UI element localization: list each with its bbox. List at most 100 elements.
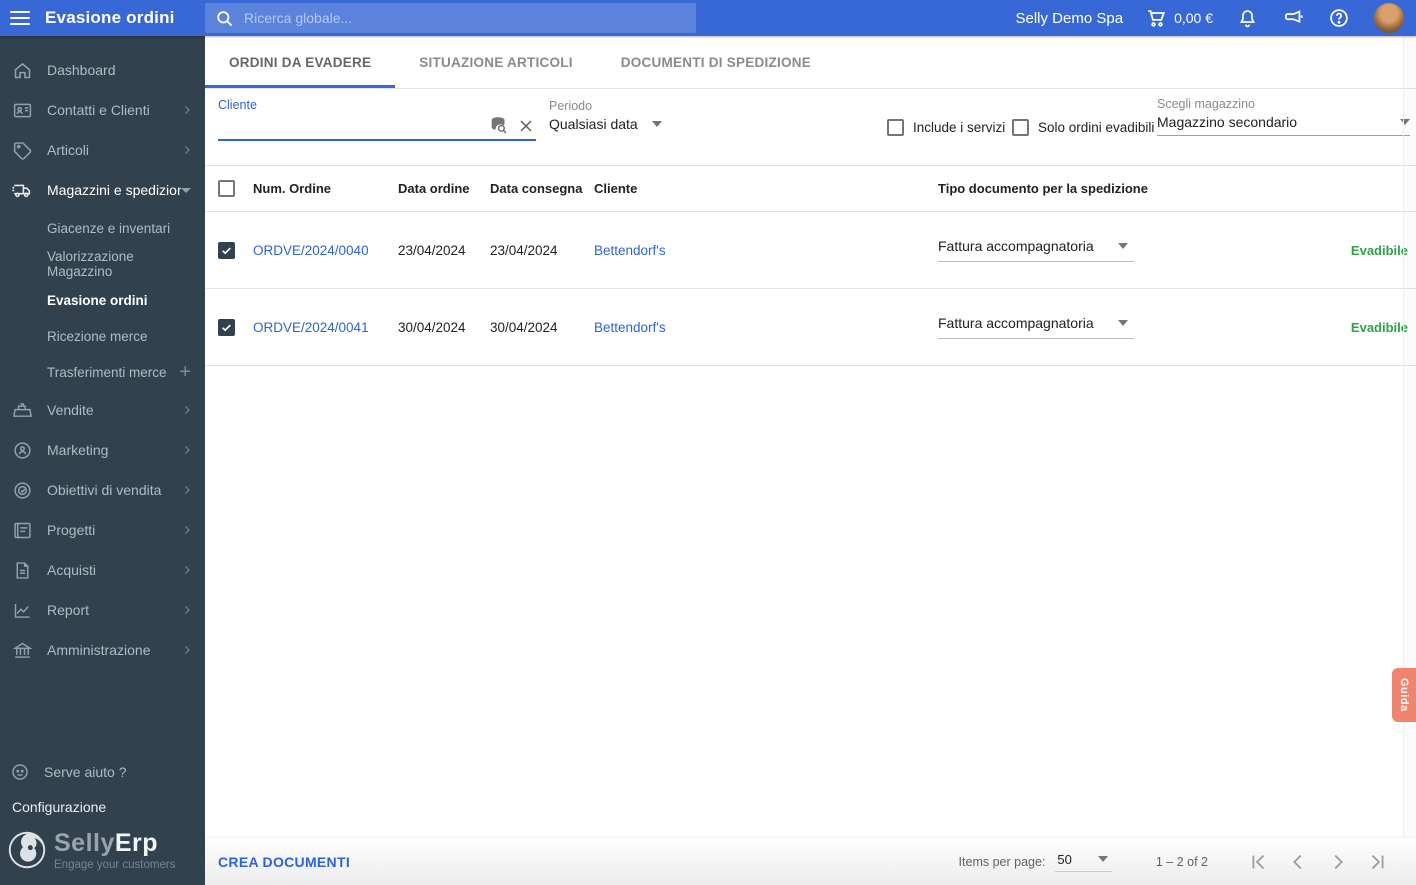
checkbox-unchecked[interactable]	[887, 119, 904, 136]
sidebar-subitem-valorizzazione[interactable]: Valorizzazione Magazzino	[0, 246, 205, 282]
sidebar-item-vendite[interactable]: Vendite	[0, 390, 205, 430]
document-icon	[10, 558, 34, 582]
chevron-right-icon	[179, 602, 195, 618]
search-database-icon[interactable]	[488, 114, 510, 136]
first-page-button[interactable]	[1246, 850, 1270, 874]
chevron-right-icon	[179, 442, 195, 458]
chat-help-icon	[10, 761, 32, 783]
logo-tagline: Engage your customers	[54, 859, 176, 871]
last-page-button[interactable]	[1366, 850, 1390, 874]
select-all-checkbox[interactable]	[218, 180, 235, 197]
document-type-select[interactable]: Fattura accompagnatoria	[938, 315, 1134, 339]
app-logo: SellyErp Engage your customers	[0, 825, 205, 885]
footer-bar: CREA DOCUMENTI Items per page: 50 1 – 2 …	[205, 838, 1416, 885]
sidebar-item-label: Obiettivi di vendita	[47, 482, 162, 498]
search-icon	[217, 10, 233, 26]
sidebar-item-articoli[interactable]: Articoli	[0, 130, 205, 170]
sidebar-subitem-trasferimenti[interactable]: Trasferimenti merce +	[0, 354, 205, 390]
order-number-link[interactable]: ORDVE/2024/0040	[253, 243, 369, 258]
magazzino-select[interactable]: Scegli magazzino Magazzino secondario	[1157, 97, 1410, 136]
next-page-button[interactable]	[1326, 850, 1350, 874]
table-row: ORDVE/2024/0041 30/04/2024 30/04/2024 Be…	[205, 289, 1416, 366]
configuration-link[interactable]: Configurazione	[0, 789, 205, 825]
sidebar-item-label: Contatti e Clienti	[47, 102, 150, 118]
filters-bar: Cliente Periodo Qualsiasi data Include i…	[205, 89, 1416, 166]
caret-down-icon	[1118, 320, 1128, 326]
items-per-page-select[interactable]: 50	[1055, 851, 1112, 872]
global-search[interactable]	[205, 3, 696, 33]
table-row: ORDVE/2024/0040 23/04/2024 23/04/2024 Be…	[205, 212, 1416, 289]
menu-icon[interactable]	[10, 11, 30, 25]
previous-page-button[interactable]	[1286, 850, 1310, 874]
sidebar-subitem-label: Evasione ordini	[47, 292, 148, 308]
sidebar-subitem-label: Valorizzazione Magazzino	[47, 249, 134, 279]
global-search-input[interactable]	[244, 10, 664, 26]
sidebar-item-label: Dashboard	[47, 62, 116, 78]
chart-icon	[10, 598, 34, 622]
guida-label: Guida	[1398, 678, 1410, 712]
row-checkbox[interactable]	[218, 318, 235, 336]
sidebar-item-progetti[interactable]: Progetti	[0, 510, 205, 550]
sidebar-item-marketing[interactable]: Marketing	[0, 430, 205, 470]
sidebar-item-contatti[interactable]: Contatti e Clienti	[0, 90, 205, 130]
tab-situazione-articoli[interactable]: SITUAZIONE ARTICOLI	[395, 36, 597, 88]
bank-icon	[10, 638, 34, 662]
sidebar-item-acquisti[interactable]: Acquisti	[0, 550, 205, 590]
user-avatar[interactable]	[1374, 3, 1404, 33]
document-type-select[interactable]: Fattura accompagnatoria	[938, 238, 1134, 262]
notifications-button[interactable]	[1237, 8, 1258, 29]
sellyerp-eagle-icon	[8, 831, 46, 869]
guida-side-tab[interactable]: Guida	[1392, 668, 1416, 722]
sidebar-item-label: Marketing	[47, 442, 109, 458]
home-icon	[10, 58, 34, 82]
solo-ordini-checkbox[interactable]: Solo ordini evadibili	[1012, 119, 1154, 136]
cart-button[interactable]: 0,00 €	[1145, 7, 1213, 29]
caret-down-icon	[181, 187, 191, 193]
order-number-link[interactable]: ORDVE/2024/0041	[253, 320, 369, 335]
tab-bar: ORDINI DA EVADERE SITUAZIONE ARTICOLI DO…	[205, 36, 1416, 89]
sidebar-item-label: Magazzini e spedizion	[47, 182, 181, 198]
crea-documenti-button[interactable]: CREA DOCUMENTI	[218, 854, 350, 870]
status-badge: Evadibile	[1350, 319, 1408, 335]
tab-documenti-di-spedizione[interactable]: DOCUMENTI DI SPEDIZIONE	[597, 36, 835, 88]
header-data-consegna: Data consegna	[490, 181, 583, 196]
sidebar-subitem-ricezione[interactable]: Ricezione merce	[0, 318, 205, 354]
sidebar-item-dashboard[interactable]: Dashboard	[0, 50, 205, 90]
clear-icon[interactable]	[516, 116, 536, 136]
include-servizi-checkbox[interactable]: Include i servizi	[887, 119, 1005, 136]
help-button[interactable]	[1328, 7, 1350, 29]
customer-link[interactable]: Bettendorf's	[594, 243, 666, 258]
main-content: ORDINI DA EVADERE SITUAZIONE ARTICOLI DO…	[205, 36, 1416, 885]
header-num-ordine: Num. Ordine	[253, 181, 332, 196]
items-per-page-value: 50	[1057, 851, 1072, 867]
cliente-input[interactable]	[218, 114, 482, 136]
chevron-right-icon	[179, 562, 195, 578]
sidebar-subitem-giacenze[interactable]: Giacenze e inventari	[0, 210, 205, 246]
logo-text-erp: Erp	[114, 829, 159, 857]
periodo-select[interactable]: Periodo Qualsiasi data	[549, 99, 662, 132]
projects-icon	[10, 518, 34, 542]
sidebar-subitem-label: Ricezione merce	[47, 328, 148, 344]
sidebar-item-report[interactable]: Report	[0, 590, 205, 630]
tab-ordini-da-evadere[interactable]: ORDINI DA EVADERE	[205, 36, 396, 88]
sidebar-item-magazzini[interactable]: Magazzini e spedizion	[0, 170, 205, 210]
target-icon	[10, 478, 34, 502]
help-link[interactable]: Serve aiuto ?	[0, 755, 205, 789]
sidebar: Dashboard Contatti e Clienti Articoli Ma…	[0, 36, 205, 885]
tag-icon	[10, 138, 34, 162]
page-title: Evasione ordini	[45, 8, 175, 27]
sidebar-item-obiettivi[interactable]: Obiettivi di vendita	[0, 470, 205, 510]
company-name[interactable]: Selly Demo Spa	[1016, 10, 1124, 27]
sidebar-item-amministrazione[interactable]: Amministrazione	[0, 630, 205, 670]
sidebar-subitem-evasione-ordini[interactable]: Evasione ordini	[0, 282, 205, 318]
tab-label: DOCUMENTI DI SPEDIZIONE	[620, 54, 812, 70]
row-checkbox[interactable]	[218, 241, 235, 259]
chevron-right-icon	[179, 522, 195, 538]
plus-icon[interactable]: +	[179, 362, 191, 382]
megaphone-icon	[1284, 10, 1303, 23]
checkbox-unchecked[interactable]	[1012, 119, 1029, 136]
sidebar-item-label: Vendite	[47, 402, 94, 418]
announcements-button[interactable]	[1282, 7, 1304, 29]
customer-link[interactable]: Bettendorf's	[594, 320, 666, 335]
table-header-row: Num. Ordine Data ordine Data consegna Cl…	[205, 166, 1416, 212]
